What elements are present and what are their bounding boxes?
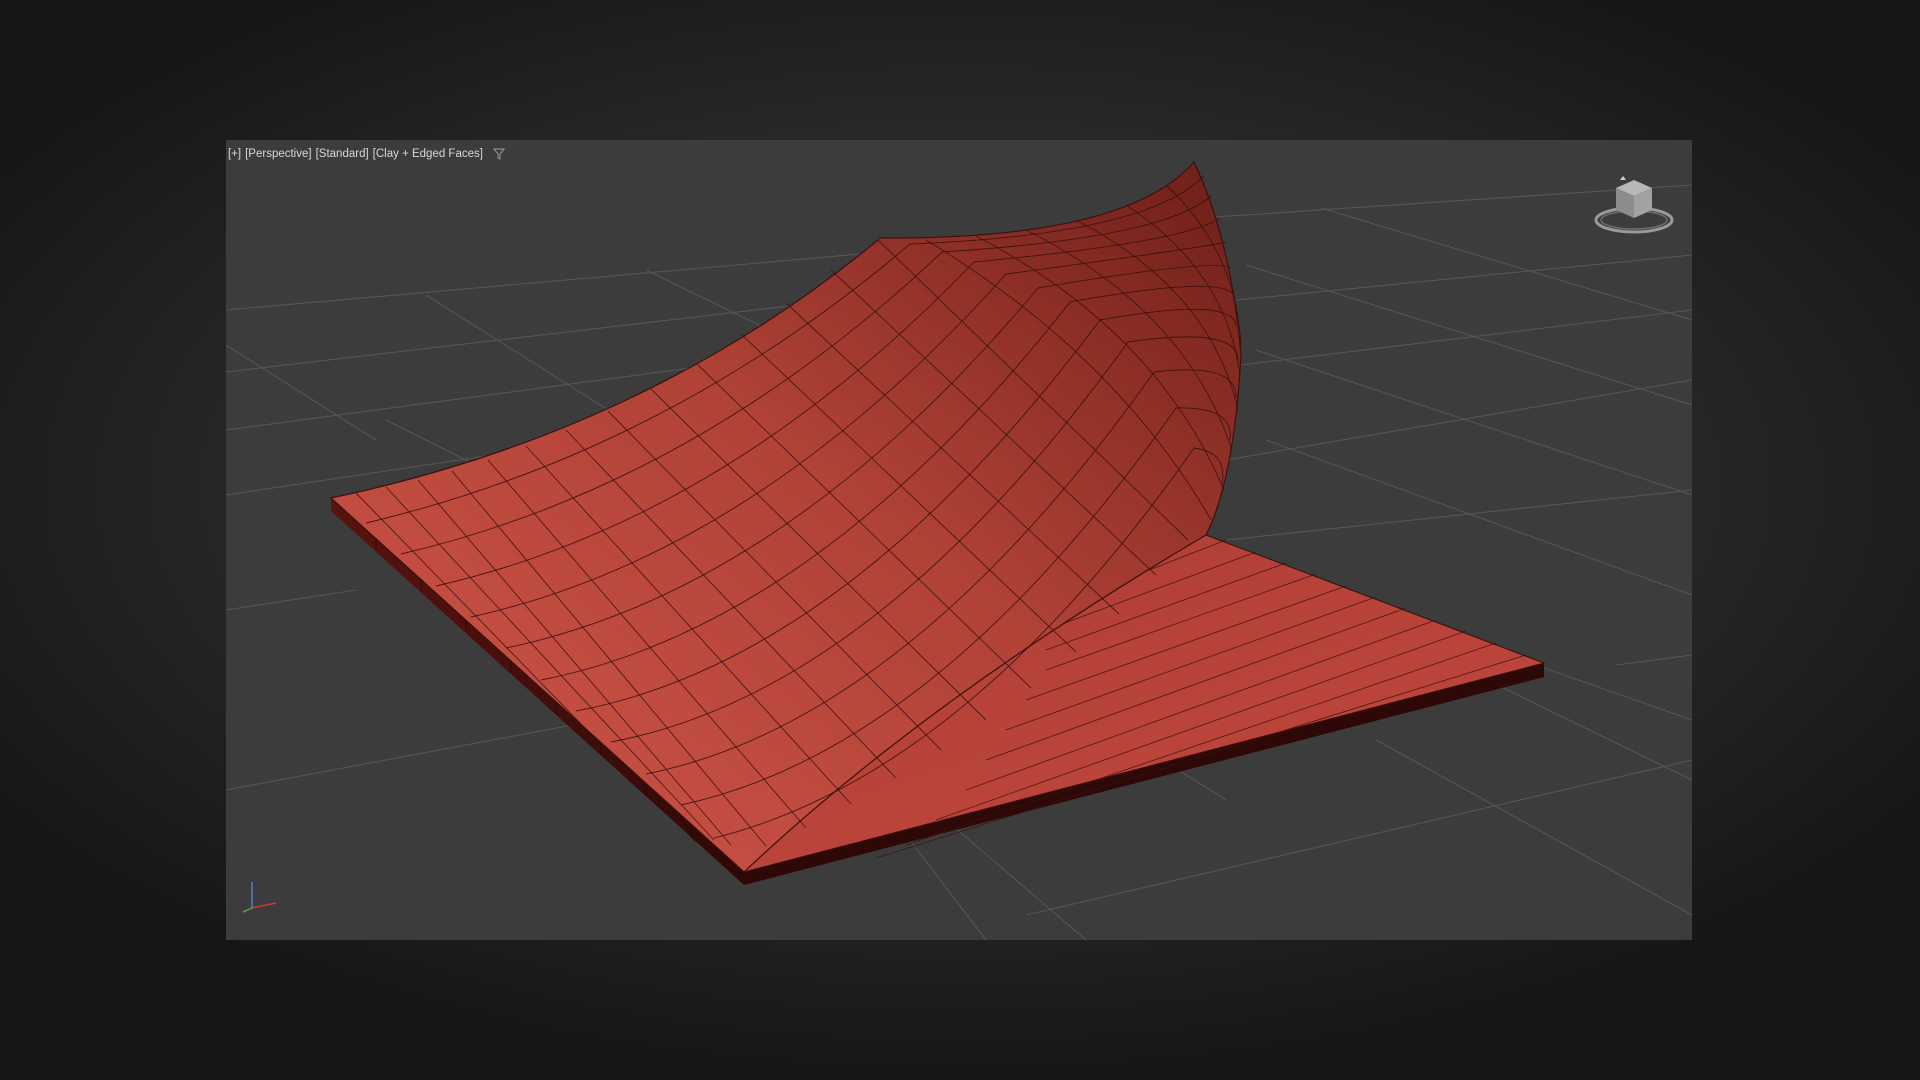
grid-line [226,344,377,441]
grid-line [1240,309,1692,366]
viewport-shading-mode-menu[interactable]: [Clay + Edged Faces] [373,148,483,160]
grid-line [1615,654,1692,666]
grid-line [1255,349,1692,496]
scene-canvas[interactable] [226,140,1692,940]
grid-line [1235,254,1692,301]
filter-funnel-icon[interactable] [492,148,505,160]
grid-line [905,834,987,940]
viewport-label-menu: [+] [Perspective] [Standard] [Clay + Edg… [228,146,505,162]
grid-line [1225,489,1692,541]
grid-line [1375,739,1692,916]
axis-tripod-icon [242,882,277,913]
grid-line [1245,264,1692,406]
grid-line [1265,439,1692,596]
viewport-shading-set-menu[interactable]: [Standard] [316,148,369,160]
viewcube-icon[interactable] [1592,174,1676,238]
grid-line [226,589,357,611]
viewport-general-menu[interactable]: [+] [228,148,241,160]
grid-line [945,819,1087,940]
grid-line [226,714,627,791]
perspective-viewport[interactable]: [+] [Perspective] [Standard] [Clay + Edg… [226,140,1692,940]
grid-line [1225,379,1692,461]
viewport-view-menu[interactable]: [Perspective] [245,148,311,160]
